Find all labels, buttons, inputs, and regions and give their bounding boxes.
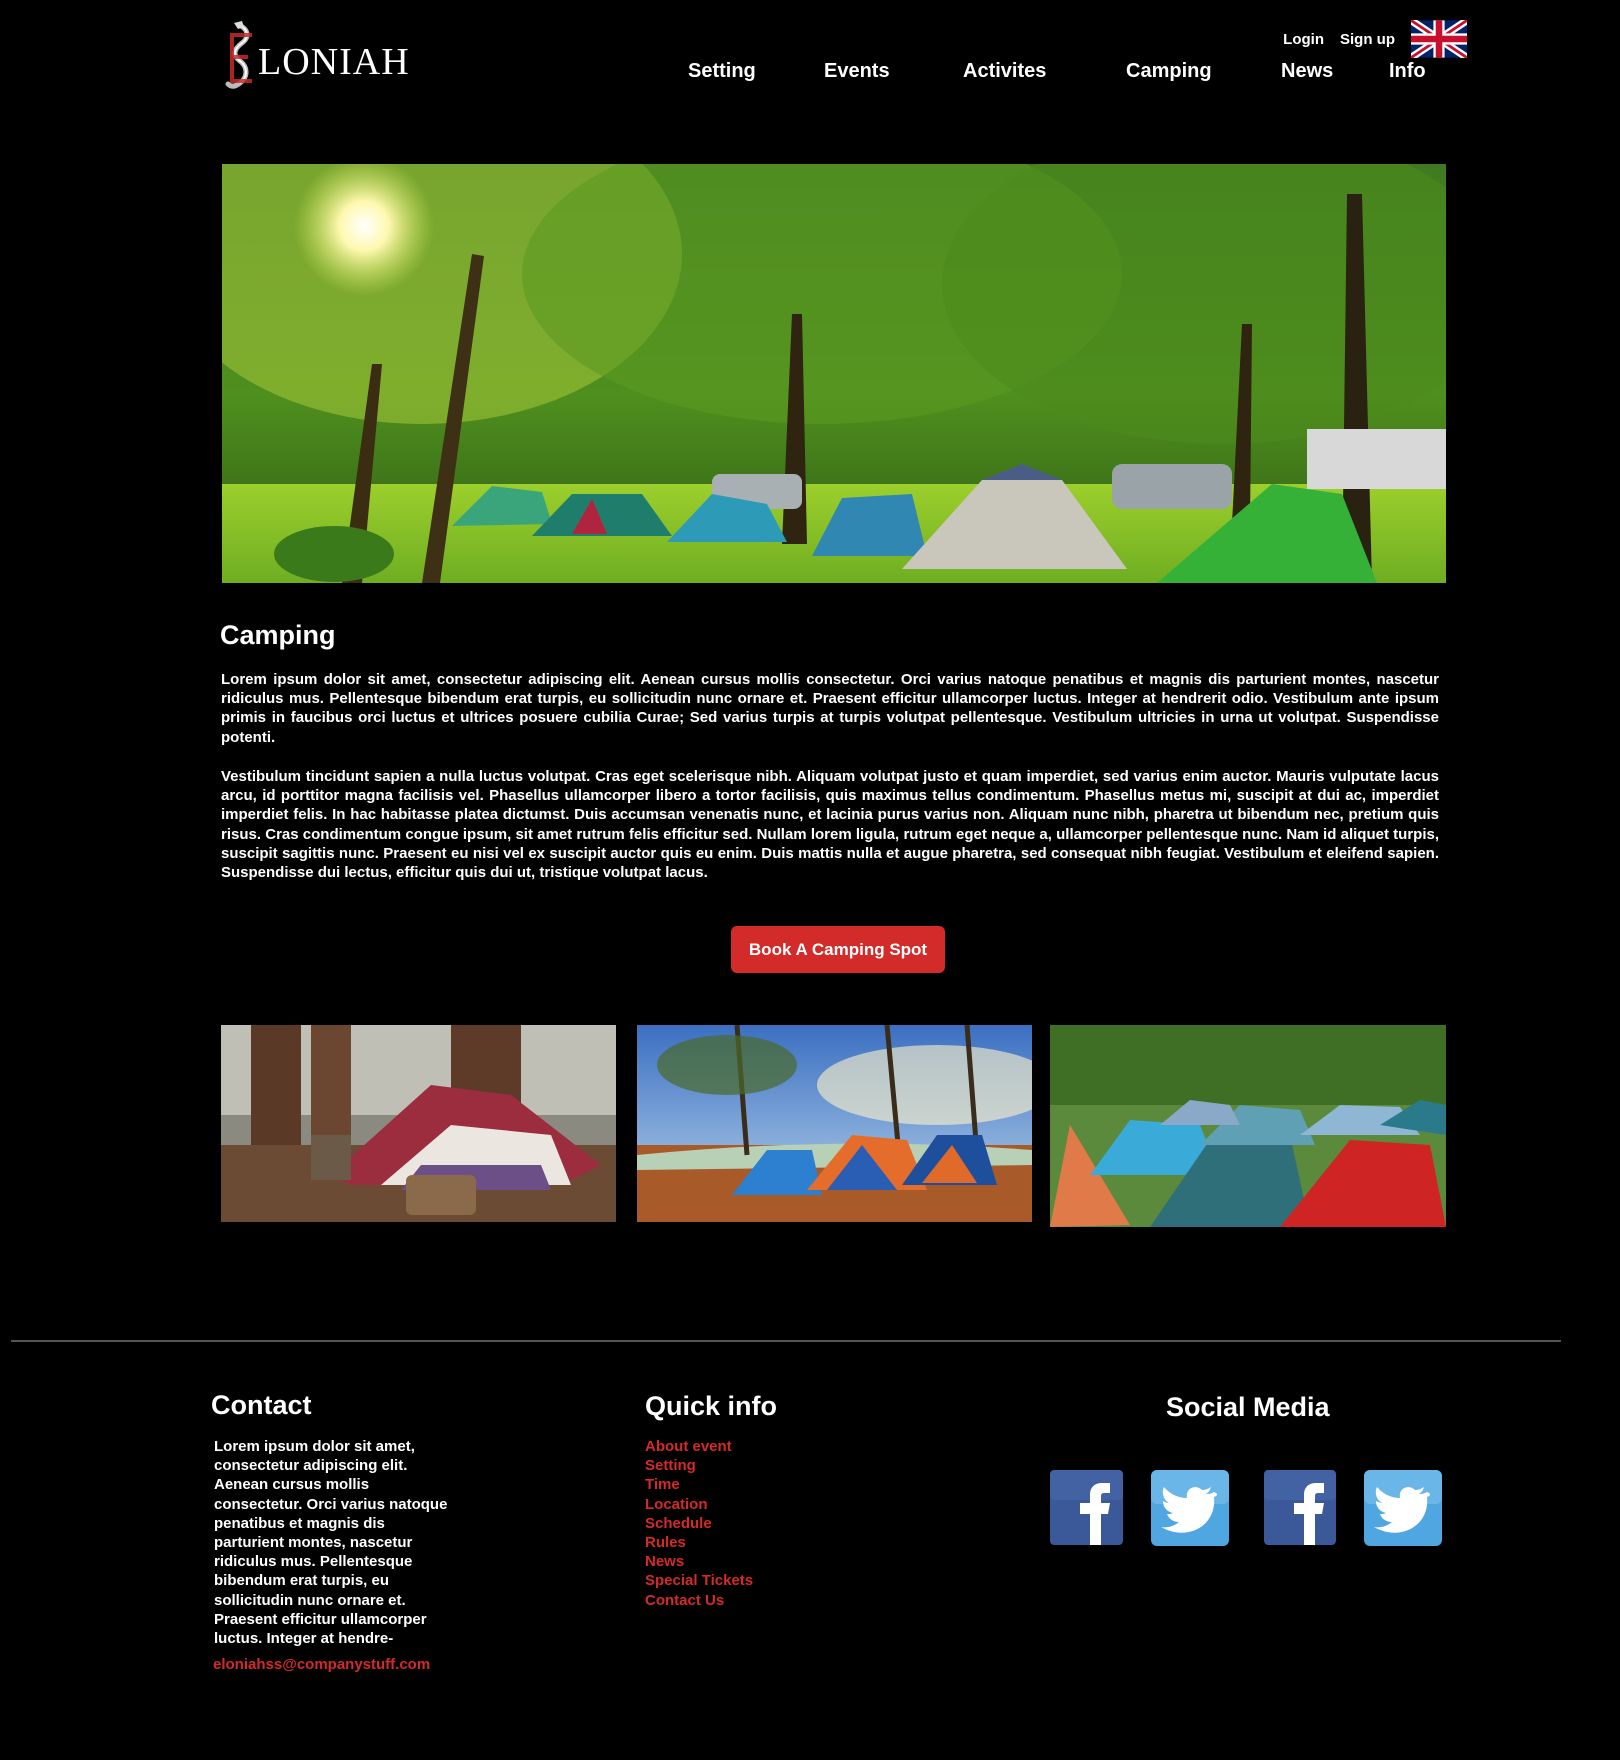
page-title: Camping (220, 620, 336, 650)
body-paragraph: Vestibulum tincidunt sapien a nulla luct… (221, 768, 1439, 882)
nav-item-activites[interactable]: Activites (963, 60, 1046, 83)
twitter-icon[interactable] (1364, 1470, 1442, 1546)
social-media-heading: Social Media (1166, 1392, 1330, 1422)
contact-text: Lorem ipsum dolor sit amet, consectetur … (214, 1438, 448, 1648)
contact-email-link[interactable]: eloniahss@companystuff.com (213, 1656, 430, 1673)
gallery-image-red-tent (221, 1025, 616, 1222)
facebook-icon[interactable] (1264, 1470, 1336, 1545)
nav-item-camping[interactable]: Camping (1126, 60, 1212, 83)
facebook-icon[interactable] (1050, 1470, 1123, 1545)
quick-link-contact-us[interactable]: Contact Us (645, 1591, 753, 1610)
intro-paragraph: Lorem ipsum dolor sit amet, consectetur … (221, 671, 1439, 746)
quick-link-location[interactable]: Location (645, 1495, 753, 1514)
gallery-image-mountain-tents (637, 1025, 1032, 1222)
uk-flag-icon[interactable] (1411, 20, 1467, 58)
book-camping-spot-button[interactable]: Book A Camping Spot (731, 926, 945, 973)
nav-item-events[interactable]: Events (824, 60, 890, 83)
nav-item-news[interactable]: News (1281, 60, 1333, 83)
nav-item-info[interactable]: Info (1389, 60, 1426, 83)
quick-link-news[interactable]: News (645, 1552, 753, 1571)
quick-info-list: About event Setting Time Location Schedu… (645, 1437, 753, 1610)
quick-link-setting[interactable]: Setting (645, 1456, 753, 1475)
contact-heading: Contact (211, 1390, 312, 1420)
account-links: Login Sign up (1283, 20, 1467, 58)
login-link[interactable]: Login (1283, 31, 1324, 48)
twitter-icon[interactable] (1151, 1470, 1229, 1546)
nav-item-setting[interactable]: Setting (688, 60, 756, 83)
hero-campsite-image (222, 164, 1446, 583)
main-nav: Setting Events Activites Camping News In… (0, 60, 1620, 90)
quick-info-heading: Quick info (645, 1391, 778, 1421)
quick-link-schedule[interactable]: Schedule (645, 1514, 753, 1533)
signup-link[interactable]: Sign up (1340, 31, 1395, 48)
gallery-image-tent-field (1050, 1025, 1446, 1227)
quick-link-about-event[interactable]: About event (645, 1437, 753, 1456)
quick-link-special-tickets[interactable]: Special Tickets (645, 1571, 753, 1590)
quick-link-rules[interactable]: Rules (645, 1533, 753, 1552)
quick-link-time[interactable]: Time (645, 1475, 753, 1494)
footer-divider (11, 1340, 1561, 1342)
